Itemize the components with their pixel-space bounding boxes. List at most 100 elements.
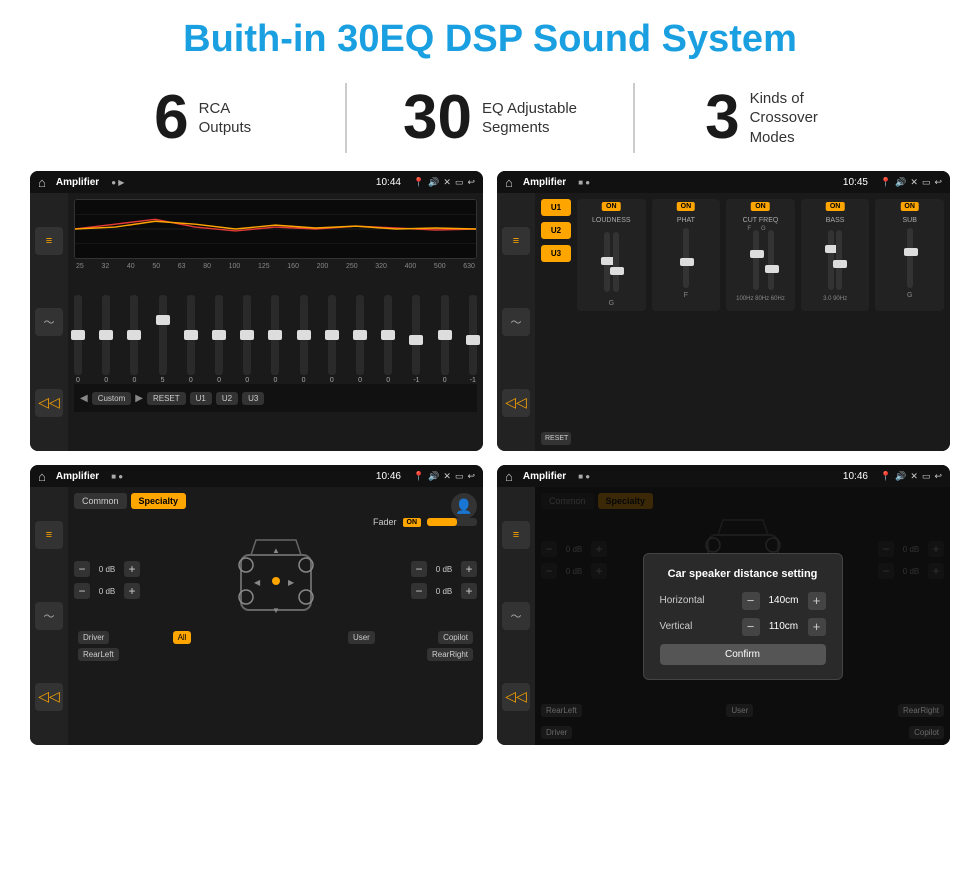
s2-wave-btn[interactable]: 〜 xyxy=(502,308,530,336)
loudness-on-badge: ON xyxy=(602,202,621,211)
reset-btn-1[interactable]: RESET xyxy=(147,392,186,405)
amplifier-title-3: Amplifier xyxy=(56,471,99,482)
eq-slider-11[interactable]: 0 xyxy=(384,295,392,384)
stat-number-rca: 6 xyxy=(154,87,188,149)
vol-minus-tr[interactable]: − xyxy=(411,561,427,577)
status-bar-4: ⌂ Amplifier ■ ● 10:46 📍 🔊 ✕ ▭ ↩ xyxy=(497,465,950,487)
fader-track[interactable] xyxy=(427,518,477,526)
home-icon-4[interactable]: ⌂ xyxy=(505,469,513,484)
vol-plus-tl[interactable]: + xyxy=(124,561,140,577)
screens-grid: ⌂ Amplifier ● ▶ 10:44 📍 🔊 ✕ ▭ ↩ ≡ 〜 ◁◁ xyxy=(0,171,980,745)
dialog-overlay: Car speaker distance setting Horizontal … xyxy=(535,487,950,745)
vol-minus-bl[interactable]: − xyxy=(74,583,90,599)
s4-eq-btn[interactable]: ≡ xyxy=(502,521,530,549)
bass-module: ON BASS 3.0 90Hz xyxy=(801,199,870,311)
u1-preset-btn[interactable]: U1 xyxy=(541,199,571,216)
eq-slider-5[interactable]: 0 xyxy=(215,295,223,384)
next-btn[interactable]: ▶ xyxy=(135,393,143,404)
cutfreq-label: CUT FREQ xyxy=(730,217,791,224)
location-icon-1: 📍 xyxy=(413,177,424,188)
s4-wave-btn[interactable]: 〜 xyxy=(502,602,530,630)
preset-column: U1 U2 U3 RESET xyxy=(541,199,571,445)
vertical-plus[interactable]: + xyxy=(808,618,826,636)
home-icon-1[interactable]: ⌂ xyxy=(38,175,46,190)
vol-plus-tr[interactable]: + xyxy=(461,561,477,577)
time-2: 10:45 xyxy=(843,177,868,188)
stat-label-eq: EQ AdjustableSegments xyxy=(482,99,577,138)
u3-preset-btn[interactable]: U3 xyxy=(541,245,571,262)
home-icon-3[interactable]: ⌂ xyxy=(38,469,46,484)
back-icon-3[interactable]: ↩ xyxy=(467,471,475,482)
horizontal-row: Horizontal − 140cm + xyxy=(660,592,826,610)
eq-slider-0[interactable]: 0 xyxy=(74,295,82,384)
horizontal-minus[interactable]: − xyxy=(742,592,760,610)
common-tab-s3[interactable]: Common xyxy=(74,493,127,509)
volume-btn[interactable]: ◁◁ xyxy=(35,389,63,417)
vol-minus-tl[interactable]: − xyxy=(74,561,90,577)
s3-eq-btn[interactable]: ≡ xyxy=(35,521,63,549)
eq-slider-10[interactable]: 0 xyxy=(356,295,364,384)
vol-plus-bl[interactable]: + xyxy=(124,583,140,599)
vol-row-tl: − 0 dB + xyxy=(74,561,140,577)
eq-slider-4[interactable]: 0 xyxy=(187,295,195,384)
eq-slider-9[interactable]: 0 xyxy=(328,295,336,384)
home-icon-2[interactable]: ⌂ xyxy=(505,175,513,190)
u2-preset-btn[interactable]: U2 xyxy=(541,222,571,239)
status-dots-4: ■ ● xyxy=(578,472,590,481)
fader-fill xyxy=(427,518,457,526)
vertical-minus[interactable]: − xyxy=(742,618,760,636)
vol-minus-br[interactable]: − xyxy=(411,583,427,599)
u3-btn[interactable]: U3 xyxy=(242,392,264,405)
confirm-button[interactable]: Confirm xyxy=(660,644,826,665)
eq-slider-1[interactable]: 0 xyxy=(102,295,110,384)
horizontal-plus[interactable]: + xyxy=(808,592,826,610)
eq-slider-13[interactable]: 0 xyxy=(441,295,449,384)
stat-crossover: 3 Kinds ofCrossover Modes xyxy=(635,87,920,149)
driver-btn-s3[interactable]: Driver xyxy=(78,631,109,644)
s3-wave-btn[interactable]: 〜 xyxy=(35,602,63,630)
speaker-layout-row: − 0 dB + − 0 dB + xyxy=(74,535,477,625)
eq-freq-labels: 25 32 40 50 63 80 100 125 160 200 250 32… xyxy=(74,263,477,270)
rearright-btn-s3[interactable]: RearRight xyxy=(427,648,473,661)
eq-settings-btn[interactable]: ≡ xyxy=(35,227,63,255)
person-icon-s3[interactable]: 👤 xyxy=(451,493,477,519)
status-icons-2: 📍 🔊 ✕ ▭ ↩ xyxy=(880,177,942,188)
copilot-btn-s3[interactable]: Copilot xyxy=(438,631,473,644)
screen-amp-modules: ⌂ Amplifier ■ ● 10:45 📍 🔊 ✕ ▭ ↩ ≡ 〜 ◁◁ xyxy=(497,171,950,451)
time-3: 10:46 xyxy=(376,471,401,482)
all-btn-s3[interactable]: All xyxy=(173,631,192,644)
reset-btn-s2[interactable]: RESET xyxy=(541,432,571,445)
s2-vol-btn[interactable]: ◁◁ xyxy=(502,389,530,417)
back-icon-1[interactable]: ↩ xyxy=(467,177,475,188)
eq-slider-14[interactable]: -1 xyxy=(469,295,477,384)
custom-btn[interactable]: Custom xyxy=(92,392,132,405)
screen1-body: ≡ 〜 ◁◁ xyxy=(30,193,483,451)
vol-row-br: − 0 dB + xyxy=(411,583,477,599)
stat-number-eq: 30 xyxy=(403,87,472,149)
s3-vol-btn[interactable]: ◁◁ xyxy=(35,683,63,711)
back-icon-4[interactable]: ↩ xyxy=(934,471,942,482)
u2-btn[interactable]: U2 xyxy=(216,392,238,405)
volume-icon-1: 🔊 xyxy=(428,177,439,188)
u1-btn[interactable]: U1 xyxy=(190,392,212,405)
eq-slider-3[interactable]: 5 xyxy=(159,295,167,384)
prev-btn[interactable]: ◀ xyxy=(80,393,88,404)
back-icon-2[interactable]: ↩ xyxy=(934,177,942,188)
status-bar-1: ⌂ Amplifier ● ▶ 10:44 📍 🔊 ✕ ▭ ↩ xyxy=(30,171,483,193)
specialty-tab-s3[interactable]: Specialty xyxy=(131,493,187,509)
eq-slider-12[interactable]: -1 xyxy=(412,295,420,384)
eq-slider-8[interactable]: 0 xyxy=(300,295,308,384)
cutfreq-module: ON CUT FREQ F G 100Hz 80Hz 60Hz xyxy=(726,199,795,311)
s2-main-area: U1 U2 U3 RESET ON LOUDNESS xyxy=(535,193,950,451)
s2-eq-btn[interactable]: ≡ xyxy=(502,227,530,255)
eq-slider-6[interactable]: 0 xyxy=(243,295,251,384)
fader-on-badge: ON xyxy=(403,518,422,527)
s4-vol-btn[interactable]: ◁◁ xyxy=(502,683,530,711)
eq-slider-7[interactable]: 0 xyxy=(271,295,279,384)
rearleft-btn-s3[interactable]: RearLeft xyxy=(78,648,119,661)
user-btn-s3[interactable]: User xyxy=(348,631,375,644)
svg-text:▲: ▲ xyxy=(272,546,280,555)
vol-plus-br[interactable]: + xyxy=(461,583,477,599)
eq-slider-2[interactable]: 0 xyxy=(130,295,138,384)
waveform-btn[interactable]: 〜 xyxy=(35,308,63,336)
